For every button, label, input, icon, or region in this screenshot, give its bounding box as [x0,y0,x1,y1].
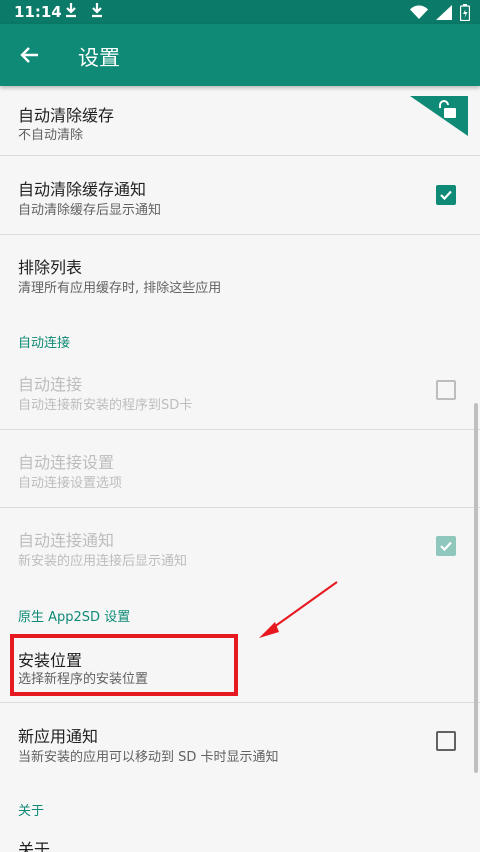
setting-auto-clear-cache[interactable]: 自动清除缓存 不自动清除 [0,86,480,156]
download-icon [64,2,78,22]
highlight-box [10,634,238,696]
setting-auto-clear-notify[interactable]: 自动清除缓存通知 自动清除缓存后显示通知 [0,156,480,234]
auto-link-notify-checkbox[interactable] [436,536,456,556]
wifi-icon [410,5,428,24]
setting-title: 新应用通知 [18,727,99,746]
auto-link-checkbox[interactable] [436,380,456,400]
setting-title: 排除列表 [18,258,83,277]
scrollbar[interactable] [474,403,478,773]
setting-summary: 不自动清除 [18,128,84,143]
setting-new-app-notify[interactable]: 新应用通知 当新安装的应用可以移动到 SD 卡时显示通知 [0,703,480,781]
category-about: 关于 [18,804,45,819]
category-native-app2sd: 原生 App2SD 设置 [18,610,131,625]
setting-summary: 当新安装的应用可以移动到 SD 卡时显示通知 [18,750,279,765]
setting-summary: 自动连接设置选项 [18,476,123,491]
setting-summary: 清理所有应用缓存时, 排除这些应用 [18,281,222,296]
download-icon [90,2,104,22]
category-auto-link: 自动连接 [18,336,71,351]
status-time: 11:14 [14,3,62,21]
setting-title: 自动连接设置 [18,453,115,472]
setting-auto-link[interactable]: 自动连接 自动连接新安装的程序到SD卡 [0,354,480,429]
signal-icon [436,5,452,24]
setting-summary: 自动清除缓存后显示通知 [18,203,162,218]
setting-title: 关于 [18,840,51,852]
setting-exclude-list[interactable]: 排除列表 清理所有应用缓存时, 排除这些应用 [0,235,480,311]
setting-title: 自动连接通知 [18,531,115,550]
setting-title: 自动清除缓存通知 [18,180,147,199]
unlock-badge-icon[interactable] [410,96,470,136]
setting-title: 自动清除缓存 [18,106,115,125]
app-toolbar: 设置 [0,24,480,86]
setting-title: 自动连接 [18,375,83,394]
setting-about[interactable]: 关于 [0,824,480,852]
new-app-notify-checkbox[interactable] [436,731,456,751]
setting-summary: 自动连接新安装的程序到SD卡 [18,398,193,413]
back-arrow-icon[interactable] [16,41,44,69]
annotation-arrow [255,580,339,646]
setting-summary: 新安装的应用连接后显示通知 [18,554,188,569]
auto-clear-notify-checkbox[interactable] [436,185,456,205]
status-bar: 11:14 [0,0,480,24]
setting-auto-link-settings[interactable]: 自动连接设置 自动连接设置选项 [0,430,480,507]
page-title: 设置 [78,46,120,70]
battery-icon [459,4,471,25]
setting-auto-link-notify[interactable]: 自动连接通知 新安装的应用连接后显示通知 [0,508,480,584]
